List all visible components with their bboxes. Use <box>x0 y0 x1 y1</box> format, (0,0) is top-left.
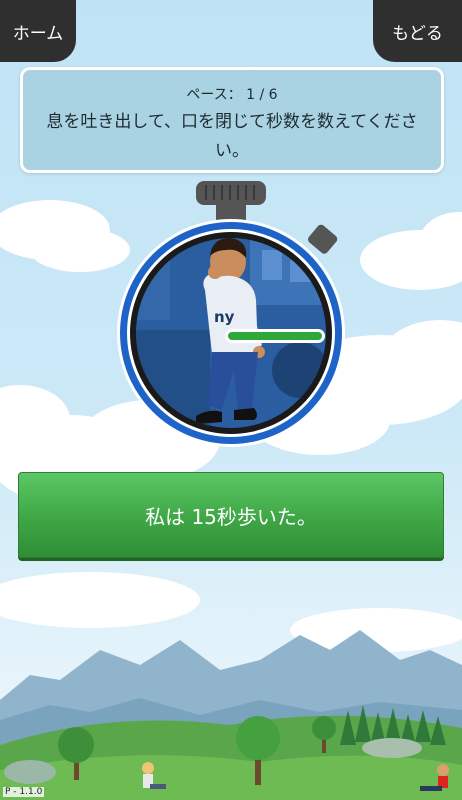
shirt-text: ny <box>214 308 235 326</box>
version-label: P - 1.1.0 <box>3 787 45 797</box>
stopwatch-crown-grip <box>205 185 255 200</box>
stopwatch-side-button <box>308 224 338 254</box>
timer-progress-fill <box>228 332 322 340</box>
stopwatch: ny <box>117 181 345 447</box>
hill-front <box>0 755 462 800</box>
walked-seconds-button[interactable]: 私は 15秒歩いた。 <box>18 472 444 558</box>
walked-seconds-label: 私は 15秒歩いた。 <box>145 504 317 529</box>
